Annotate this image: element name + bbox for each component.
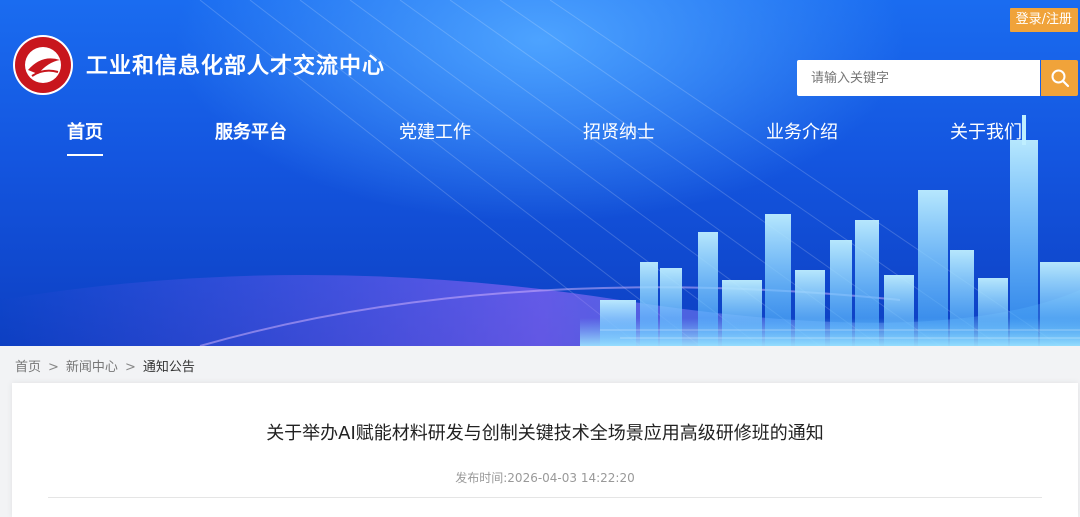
- nav-item-business[interactable]: 业务介绍: [766, 118, 838, 144]
- search-button[interactable]: [1041, 60, 1078, 96]
- breadcrumb-news-center[interactable]: 新闻中心: [66, 360, 118, 375]
- nav-item-party-building[interactable]: 党建工作: [399, 118, 471, 144]
- publish-label: 发布时间:: [455, 471, 508, 485]
- main-nav: 首页 服务平台 党建工作 招贤纳士 业务介绍 关于我们: [0, 118, 1080, 158]
- nav-item-home[interactable]: 首页: [67, 118, 103, 156]
- divider: [48, 497, 1042, 498]
- breadcrumb-current: 通知公告: [142, 360, 195, 375]
- article-card: 关于举办AI赋能材料研发与创制关键技术全场景应用高级研修班的通知 发布时间:20…: [12, 383, 1078, 517]
- header-banner: 工业和信息化部人才交流中心 登录/注册 首页 服务平台 党建工作 招贤纳士 业务…: [0, 0, 1080, 346]
- article-title: 关于举办AI赋能材料研发与创制关键技术全场景应用高级研修班的通知: [266, 423, 824, 444]
- nav-item-about-us[interactable]: 关于我们: [950, 118, 1022, 144]
- breadcrumb: 首页 > 新闻中心 > 通知公告: [15, 356, 195, 375]
- breadcrumb-separator: >: [124, 360, 136, 375]
- publish-time: 2026-04-03 14:22:20: [507, 471, 635, 485]
- article-meta: 发布时间:2026-04-03 14:22:20: [12, 469, 1078, 486]
- search-input[interactable]: [797, 60, 1036, 96]
- site-name: 工业和信息化部人才交流中心: [86, 54, 386, 79]
- search-box: [797, 60, 1040, 96]
- breadcrumb-home[interactable]: 首页: [15, 360, 41, 375]
- breadcrumb-separator: >: [48, 360, 59, 375]
- login-register-button[interactable]: 登录/注册: [1009, 8, 1078, 32]
- search-icon: [1051, 69, 1069, 88]
- logo-icon[interactable]: [12, 34, 74, 96]
- nav-item-recruitment[interactable]: 招贤纳士: [583, 118, 655, 144]
- nav-item-service-platform[interactable]: 服务平台: [215, 118, 287, 144]
